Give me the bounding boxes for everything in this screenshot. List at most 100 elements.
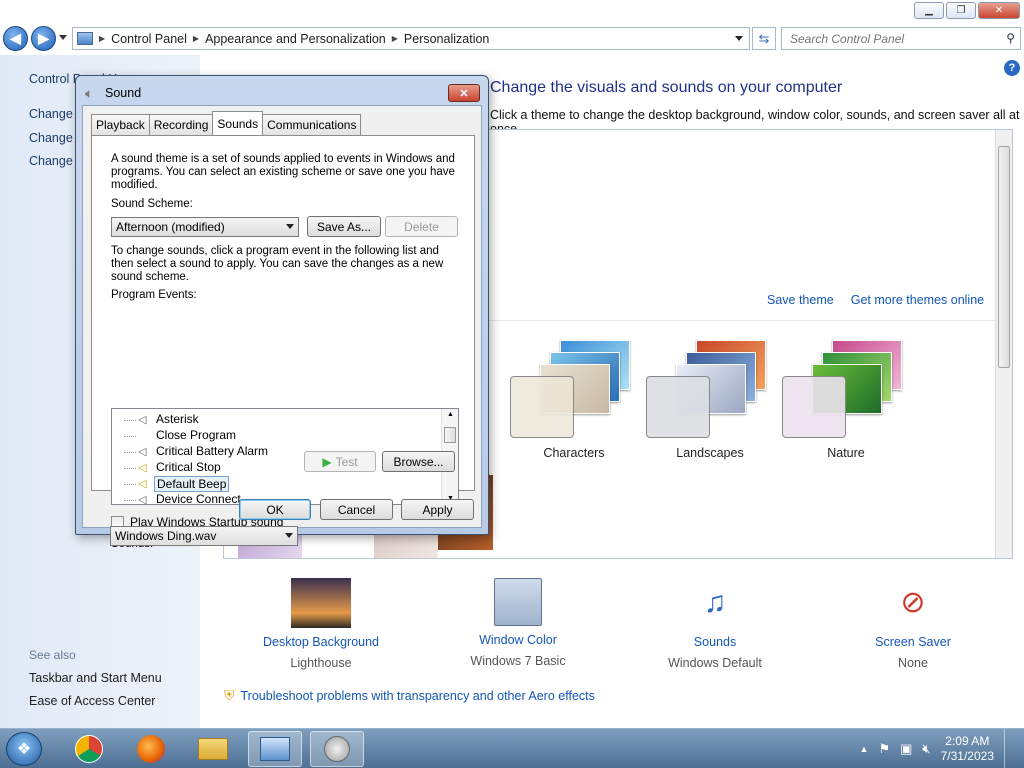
help-icon[interactable]: ? — [1004, 60, 1020, 76]
desktop-background-item[interactable]: Desktop Background Lighthouse — [246, 578, 396, 670]
tree-connector — [124, 420, 136, 421]
forward-button[interactable]: ▶ — [31, 26, 56, 51]
program-event-item[interactable]: Critical Stop — [156, 460, 221, 474]
sound-file-value: Windows Ding.wav — [115, 529, 217, 543]
speaker-icon: ◁ — [138, 446, 147, 458]
minimize-button[interactable]: ▁ — [914, 2, 944, 19]
program-event-item[interactable]: Default Beep — [154, 476, 230, 492]
program-event-item[interactable]: Critical Battery Alarm — [156, 444, 268, 458]
sounds-link[interactable]: Sounds — [640, 635, 790, 649]
speaker-icon: ◁ — [138, 414, 147, 426]
tab-sounds[interactable]: Sounds — [212, 111, 264, 135]
apply-button[interactable]: Apply — [401, 499, 474, 520]
shield-icon: ⛨ — [224, 687, 235, 703]
show-hidden-icons-icon[interactable]: ▲ — [860, 744, 869, 754]
action-center-icon[interactable]: ⚑ — [878, 741, 890, 757]
speaker-icon — [324, 736, 350, 762]
navigation-bar: ◀ ▶ ▶ Control Panel ▶ Appearance and Per… — [0, 25, 1024, 53]
program-event-item[interactable]: Asterisk — [156, 412, 199, 426]
refresh-button[interactable]: ⇆ — [752, 27, 776, 50]
address-dropdown-icon[interactable] — [735, 36, 743, 41]
back-button[interactable]: ◀ — [3, 26, 28, 51]
program-event-item[interactable]: Close Program — [156, 428, 236, 442]
network-icon[interactable]: ▣ — [900, 741, 912, 757]
tab-communications[interactable]: Communications — [262, 114, 362, 135]
sounds-item[interactable]: ♫ Sounds Windows Default — [640, 578, 790, 670]
theme-color-swatch — [646, 376, 710, 438]
sounds-tab-panel: A sound theme is a set of sounds applied… — [91, 135, 475, 550]
delete-button[interactable]: Delete — [385, 216, 458, 237]
dialog-tabs: Playback Recording Sounds Communications — [91, 111, 362, 135]
explorer-taskbar-button[interactable] — [186, 731, 240, 767]
scroll-up-icon[interactable]: ▲ — [447, 411, 454, 418]
browse-button[interactable]: Browse... — [382, 451, 455, 472]
screen-saver-item[interactable]: ⊘ Screen Saver None — [838, 578, 988, 670]
close-button[interactable]: ✕ — [978, 2, 1020, 19]
program-event-item[interactable]: Device Connect — [156, 492, 241, 504]
sound-scheme-select[interactable]: Afternoon (modified) — [111, 217, 299, 237]
breadcrumb-control-panel[interactable]: Control Panel — [111, 32, 187, 46]
address-bar[interactable]: ▶ Control Panel ▶ Appearance and Persona… — [72, 27, 750, 50]
control-panel-icon — [260, 737, 290, 761]
search-input[interactable] — [790, 29, 1000, 49]
window-color-link[interactable]: Window Color — [443, 633, 593, 647]
screen-saver-link[interactable]: Screen Saver — [838, 635, 988, 649]
theme-characters[interactable]: Characters — [510, 330, 640, 460]
tree-connector — [124, 484, 136, 485]
save-as-button[interactable]: Save As... — [307, 216, 381, 237]
system-tray: ▲ ⚑ ▣ 🔇︎ 2:09 AM 7/31/2023 — [860, 729, 1016, 768]
troubleshoot-link[interactable]: Troubleshoot problems with transparency … — [241, 689, 595, 703]
ok-button[interactable]: OK — [239, 499, 311, 520]
start-button[interactable]: ❖ — [6, 732, 42, 766]
speaker-icon: ◁ — [138, 494, 147, 505]
sound-file-select[interactable]: Windows Ding.wav — [110, 526, 298, 546]
maximize-button[interactable]: ❐ — [946, 2, 976, 19]
scrollbar-thumb[interactable] — [998, 146, 1010, 368]
taskbar-start-menu-link[interactable]: Taskbar and Start Menu — [29, 671, 162, 685]
control-panel-taskbar-button[interactable] — [248, 731, 302, 767]
volume-muted-icon[interactable]: 🔇︎ — [922, 741, 930, 757]
breadcrumb-separator-icon: ▶ — [99, 34, 106, 43]
speaker-icon: ◁ — [138, 478, 147, 490]
themes-scrollbar[interactable] — [995, 130, 1012, 558]
folder-icon — [198, 738, 228, 760]
speaker-icon: ◁ — [138, 462, 147, 474]
save-theme-link[interactable]: Save theme — [767, 293, 834, 307]
breadcrumb-appearance[interactable]: Appearance and Personalization — [205, 32, 386, 46]
ease-of-access-link[interactable]: Ease of Access Center — [29, 694, 155, 708]
program-events-label: Program Events: — [111, 289, 197, 301]
see-also-label: See also — [29, 648, 76, 662]
window-color-item[interactable]: Window Color Windows 7 Basic — [443, 578, 593, 668]
get-more-themes-link[interactable]: Get more themes online — [851, 293, 984, 307]
dialog-close-button[interactable]: ✕ — [448, 84, 480, 102]
recent-pages-dropdown-icon[interactable] — [59, 35, 67, 40]
test-button[interactable]: ▶ Test — [304, 451, 376, 472]
tab-playback[interactable]: Playback — [91, 114, 150, 135]
breadcrumb-personalization[interactable]: Personalization — [404, 32, 489, 46]
breadcrumb-separator-icon[interactable]: ▶ — [392, 34, 398, 43]
screen-saver-value: None — [898, 656, 928, 670]
clock[interactable]: 2:09 AM 7/31/2023 — [941, 734, 994, 764]
sound-taskbar-button[interactable] — [310, 731, 364, 767]
breadcrumb-separator-icon[interactable]: ▶ — [193, 34, 199, 43]
search-icon[interactable]: ⚲ — [1006, 31, 1015, 45]
cancel-button[interactable]: Cancel — [320, 499, 393, 520]
tab-recording[interactable]: Recording — [148, 114, 214, 135]
theme-landscapes[interactable]: Landscapes — [646, 330, 776, 460]
show-desktop-button[interactable] — [1004, 729, 1016, 768]
control-panel-icon — [77, 32, 93, 45]
scrollbar-thumb[interactable] — [444, 427, 456, 443]
window-color-icon — [494, 578, 542, 626]
window-color-value: Windows 7 Basic — [470, 654, 566, 668]
screen-saver-icon: ⊘ — [900, 586, 926, 619]
clock-date: 7/31/2023 — [940, 749, 994, 763]
dialog-title: Sound — [105, 86, 142, 100]
desktop-background-link[interactable]: Desktop Background — [246, 635, 396, 649]
chrome-taskbar-button[interactable] — [62, 731, 116, 767]
search-box[interactable]: ⚲ — [781, 27, 1021, 50]
firefox-icon — [137, 735, 165, 763]
theme-nature[interactable]: Nature — [782, 330, 912, 460]
change-sounds-description: To change sounds, click a program event … — [111, 245, 444, 283]
tree-connector — [124, 500, 136, 501]
firefox-taskbar-button[interactable] — [124, 731, 178, 767]
